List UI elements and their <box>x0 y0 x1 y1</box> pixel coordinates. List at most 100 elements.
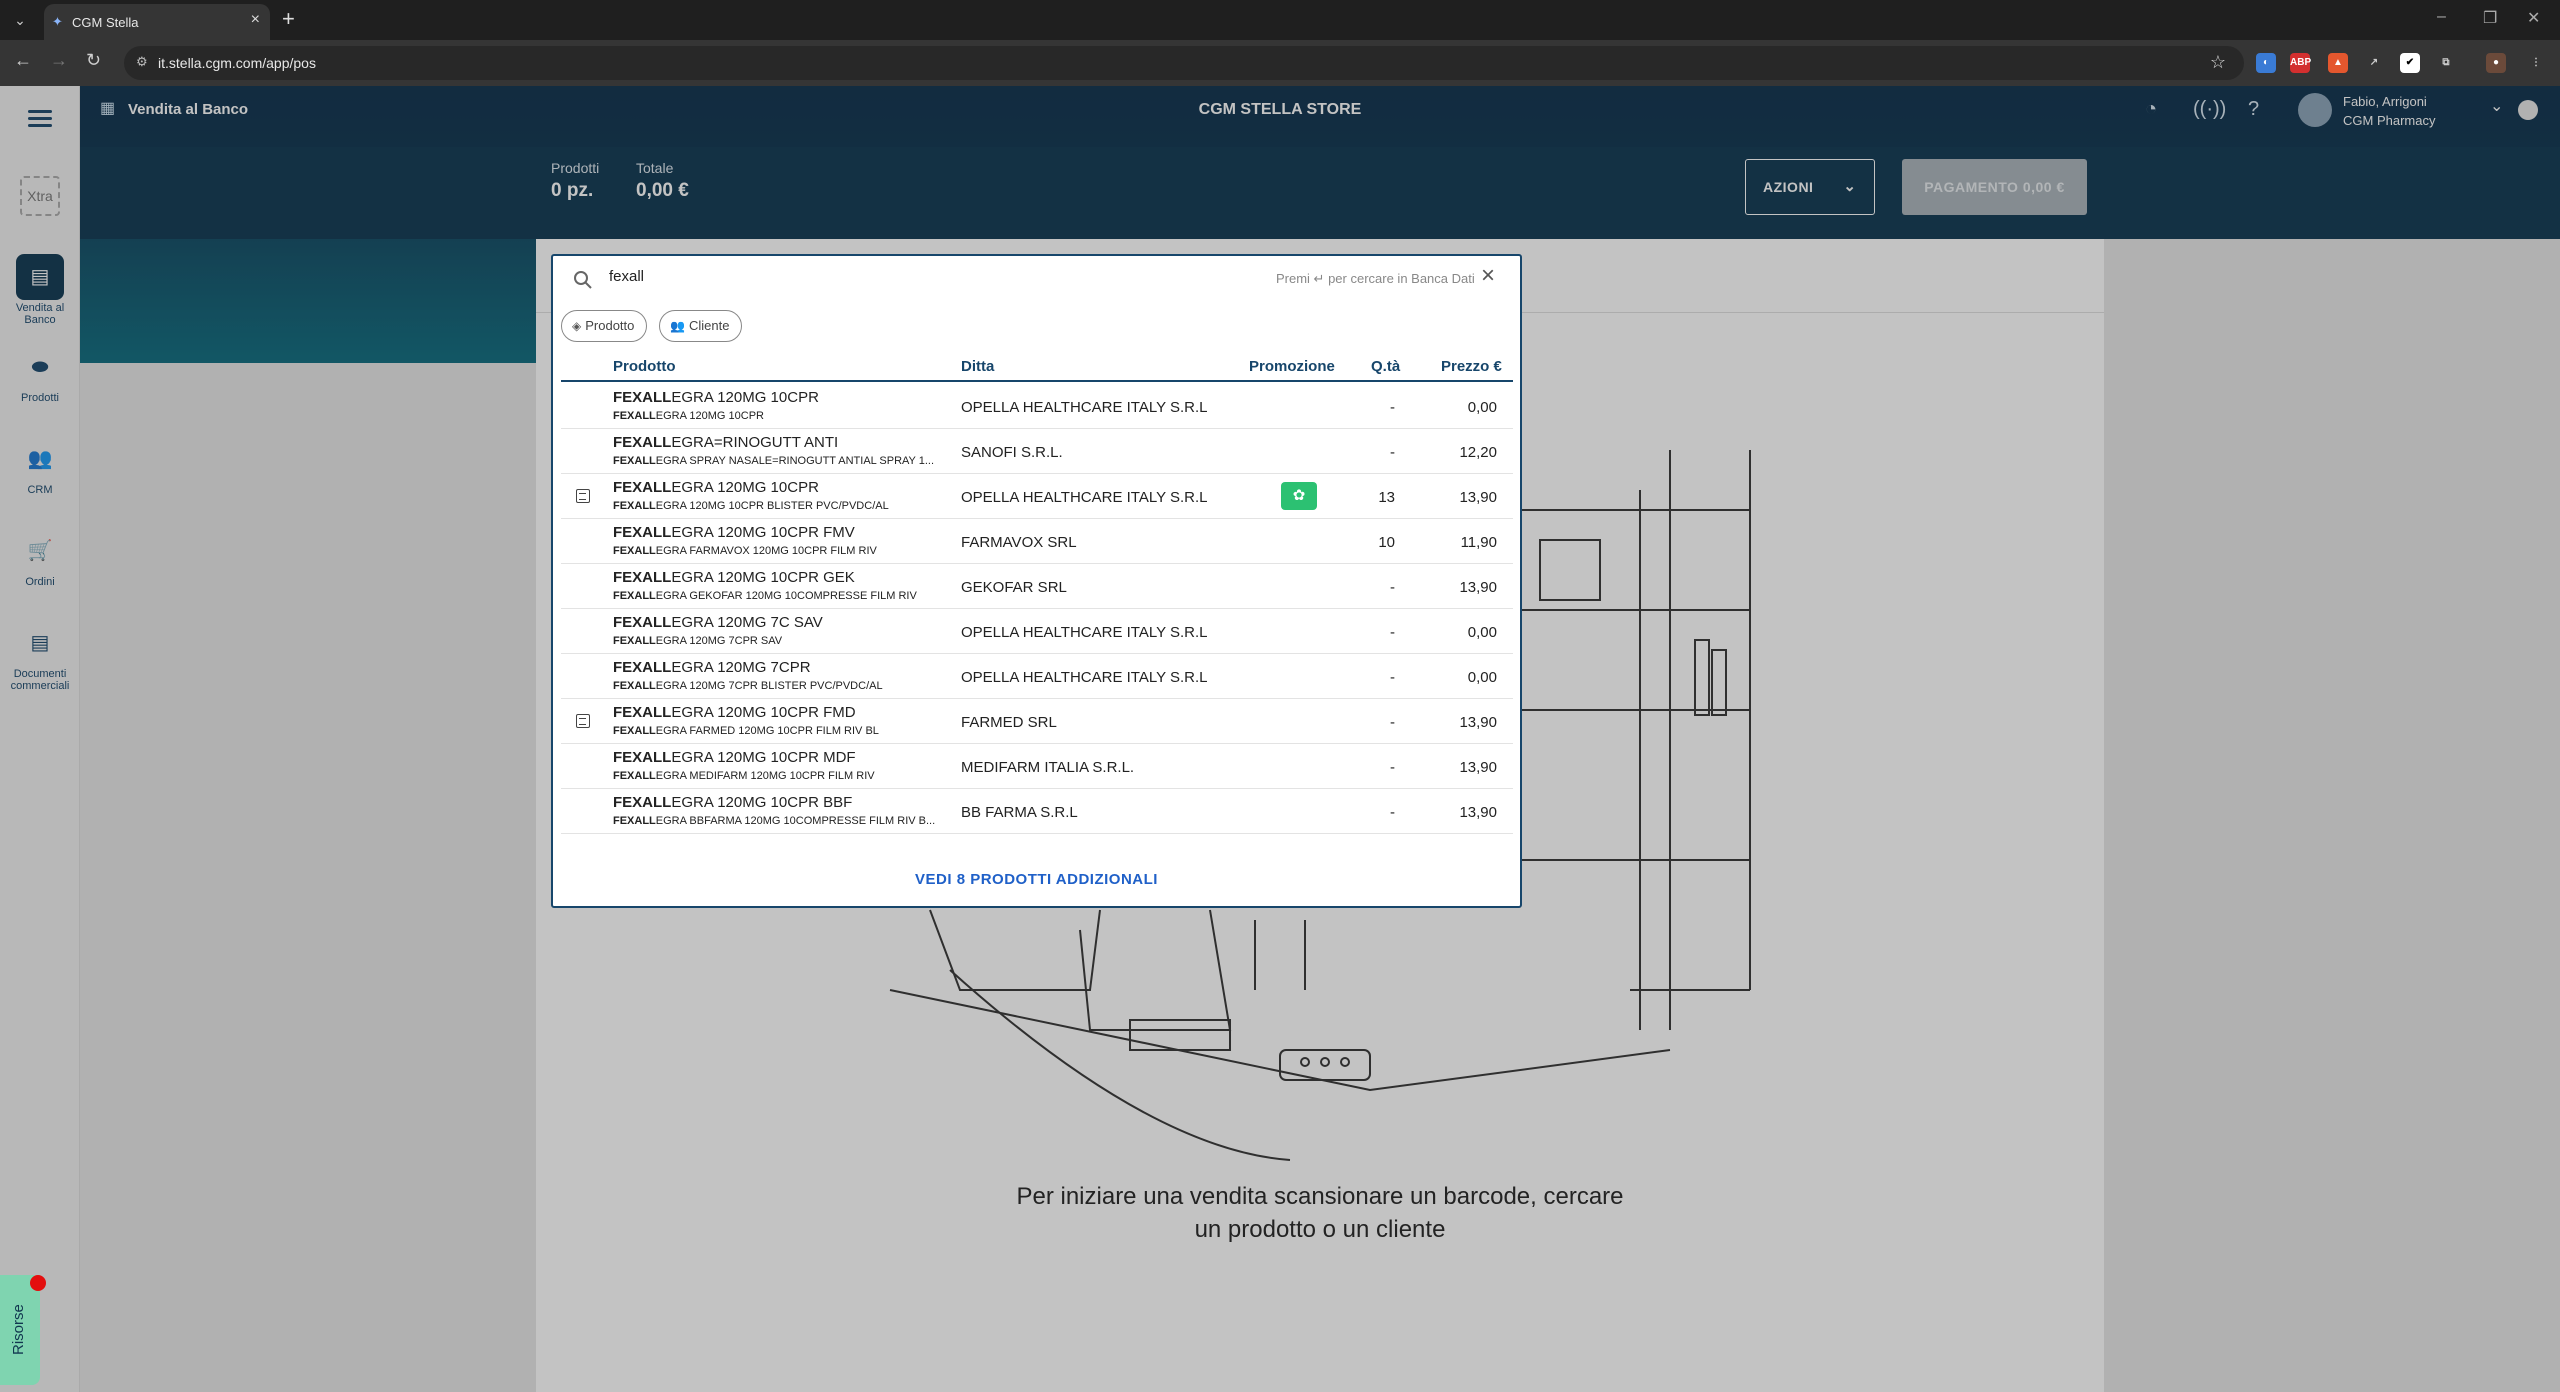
product-description: FEXALLEGRA 120MG 10CPR BLISTER PVC/PVDC/… <box>613 500 889 512</box>
product-company: FARMED SRL <box>961 714 1057 731</box>
product-company: OPELLA HEALTHCARE ITALY S.R.L <box>961 669 1208 686</box>
result-row[interactable]: FEXALLEGRA 120MG 10CPR BBF FEXALLEGRA BBF… <box>561 789 1513 834</box>
extension-icon[interactable]: ↗ <box>2364 53 2384 73</box>
result-row[interactable]: FEXALLEGRA 120MG 7CPR FEXALLEGRA 120MG 7C… <box>561 654 1513 699</box>
product-price: 0,00 <box>1467 624 1497 641</box>
product-company: OPELLA HEALTHCARE ITALY S.R.L <box>961 624 1208 641</box>
close-tab-icon[interactable]: × <box>251 11 260 29</box>
filter-chip-prodotto[interactable]: ◈ Prodotto <box>561 310 648 342</box>
product-name: FEXALLEGRA 120MG 10CPR BBF <box>613 794 853 811</box>
product-name: FEXALLEGRA 120MG 10CPR GEK <box>613 569 855 586</box>
close-icon[interactable]: × <box>1481 264 1495 288</box>
product-quantity: - <box>1390 669 1395 686</box>
product-company: MEDIFARM ITALIA S.R.L. <box>961 759 1135 776</box>
product-description: FEXALLEGRA 120MG 10CPR <box>613 410 764 422</box>
favicon-icon: ✦ <box>52 14 63 29</box>
product-description: FEXALLEGRA SPRAY NASALE=RINOGUTT ANTIAL … <box>613 455 935 467</box>
filter-chip-cliente[interactable]: 👥 Cliente <box>659 310 743 342</box>
product-company: FARMAVOX SRL <box>961 534 1077 551</box>
product-description: FEXALLEGRA FARMED 120MG 10CPR FILM RIV B… <box>613 725 879 737</box>
column-ditta[interactable]: Ditta <box>961 358 994 375</box>
product-quantity: - <box>1390 759 1395 776</box>
result-row[interactable]: FEXALLEGRA=RINOGUTT ANTI FEXALLEGRA SPRAY… <box>561 429 1513 474</box>
search-input[interactable]: fexall <box>609 268 644 285</box>
risorse-label: Risorse <box>10 1304 27 1355</box>
bookmark-star-icon[interactable]: ☆ <box>2210 52 2226 73</box>
product-price: 0,00 <box>1467 669 1497 686</box>
product-price: 12,20 <box>1459 444 1497 461</box>
tab-title: CGM Stella <box>72 15 139 30</box>
search-popup: fexall Premi ↵ per cercare in Banca Dati… <box>551 254 1522 908</box>
people-icon: 👥 <box>670 319 685 333</box>
site-info-icon[interactable]: ⚙ <box>136 54 148 70</box>
profile-avatar-icon[interactable]: ● <box>2486 53 2506 73</box>
product-name: FEXALLEGRA 120MG 7CPR <box>613 659 811 676</box>
product-name: FEXALLEGRA 120MG 10CPR <box>613 479 819 496</box>
product-description: FEXALLEGRA MEDIFARM 120MG 10CPR FILM RIV <box>613 770 875 782</box>
product-card-icon <box>576 714 590 728</box>
product-description: FEXALLEGRA GEKOFAR 120MG 10COMPRESSE FIL… <box>613 590 917 602</box>
product-price: 11,90 <box>1460 534 1497 551</box>
minimize-icon[interactable]: – <box>2437 8 2446 26</box>
product-description: FEXALLEGRA 120MG 7CPR SAV <box>613 635 783 647</box>
product-card-icon <box>576 489 590 503</box>
browser-tabbar: ⌄ ✦ CGM Stella × + – ❐ ✕ <box>0 0 2560 40</box>
show-more-link[interactable]: VEDI 8 PRODOTTI ADDIZIONALI <box>553 871 1520 888</box>
product-price: 13,90 <box>1459 714 1497 731</box>
new-tab-icon[interactable]: + <box>282 6 295 32</box>
chip-label: Prodotto <box>585 318 635 333</box>
product-company: GEKOFAR SRL <box>961 579 1067 596</box>
product-description: FEXALLEGRA 120MG 7CPR BLISTER PVC/PVDC/A… <box>613 680 883 692</box>
result-row[interactable]: FEXALLEGRA 120MG 10CPR MDF FEXALLEGRA MED… <box>561 744 1513 789</box>
result-row[interactable]: FEXALLEGRA 120MG 10CPR FMD FEXALLEGRA FAR… <box>561 699 1513 744</box>
result-row[interactable]: FEXALLEGRA 120MG 10CPR FEXALLEGRA 120MG 1… <box>561 474 1513 519</box>
column-promozione[interactable]: Promozione <box>1249 358 1335 375</box>
tab-search-icon[interactable]: ⌄ <box>8 8 32 32</box>
product-company: OPELLA HEALTHCARE ITALY S.R.L <box>961 399 1208 416</box>
result-row[interactable]: FEXALLEGRA 120MG 10CPR FMV FEXALLEGRA FAR… <box>561 519 1513 564</box>
product-quantity: - <box>1390 579 1395 596</box>
product-price: 13,90 <box>1459 579 1497 596</box>
product-quantity: 10 <box>1378 534 1395 551</box>
browser-menu-icon[interactable]: ⋮ <box>2526 53 2546 73</box>
search-icon <box>574 271 592 289</box>
product-quantity: 13 <box>1378 489 1395 506</box>
product-name: FEXALLEGRA=RINOGUTT ANTI <box>613 434 839 451</box>
maximize-icon[interactable]: ❐ <box>2483 8 2497 28</box>
extension-icon[interactable]: ◐ <box>2256 53 2276 73</box>
risorse-button[interactable]: Risorse <box>0 1275 46 1385</box>
reload-icon[interactable]: ↻ <box>86 50 101 71</box>
product-description: FEXALLEGRA BBFARMA 120MG 10COMPRESSE FIL… <box>613 815 936 827</box>
column-prodotto[interactable]: Prodotto <box>613 358 675 375</box>
browser-tab[interactable]: ✦ CGM Stella × <box>44 4 270 40</box>
adblock-extension-icon[interactable]: ABP <box>2290 53 2311 73</box>
product-price: 13,90 <box>1459 489 1497 506</box>
search-hint: Premi ↵ per cercare in Banca Dati <box>1276 271 1475 286</box>
extensions-puzzle-icon[interactable]: ⧉ <box>2436 53 2456 73</box>
product-price: 13,90 <box>1459 759 1497 776</box>
product-name: FEXALLEGRA 120MG 10CPR FMV <box>613 524 855 541</box>
product-quantity: - <box>1390 624 1395 641</box>
column-qta[interactable]: Q.tà <box>1371 358 1400 375</box>
address-bar[interactable]: ⚙ it.stella.cgm.com/app/pos ☆ <box>124 46 2244 80</box>
result-row[interactable]: FEXALLEGRA 120MG 10CPR FEXALLEGRA 120MG 1… <box>561 384 1513 429</box>
product-quantity: - <box>1390 804 1395 821</box>
result-row[interactable]: FEXALLEGRA 120MG 7C SAV FEXALLEGRA 120MG … <box>561 609 1513 654</box>
extension-icon[interactable]: ▲ <box>2328 53 2348 73</box>
product-quantity: - <box>1390 399 1395 416</box>
product-company: OPELLA HEALTHCARE ITALY S.R.L <box>961 489 1208 506</box>
product-description: FEXALLEGRA FARMAVOX 120MG 10CPR FILM RIV <box>613 545 877 557</box>
results-header: Prodotto Ditta Promozione Q.tà Prezzo € <box>561 348 1513 382</box>
forward-icon[interactable]: → <box>50 50 68 71</box>
window-close-icon[interactable]: ✕ <box>2527 8 2540 28</box>
back-icon[interactable]: ← <box>14 50 32 71</box>
result-row[interactable]: FEXALLEGRA 120MG 10CPR GEK FEXALLEGRA GEK… <box>561 564 1513 609</box>
product-quantity: - <box>1390 444 1395 461</box>
url-text: it.stella.cgm.com/app/pos <box>158 55 316 71</box>
product-name: FEXALLEGRA 120MG 10CPR MDF <box>613 749 856 766</box>
product-company: SANOFI S.R.L. <box>961 444 1063 461</box>
column-prezzo[interactable]: Prezzo € <box>1441 358 1502 375</box>
product-price: 0,00 <box>1467 399 1497 416</box>
extension-icon[interactable]: ✔ <box>2400 53 2420 73</box>
promotion-badge-icon[interactable]: ✿ <box>1281 482 1317 510</box>
